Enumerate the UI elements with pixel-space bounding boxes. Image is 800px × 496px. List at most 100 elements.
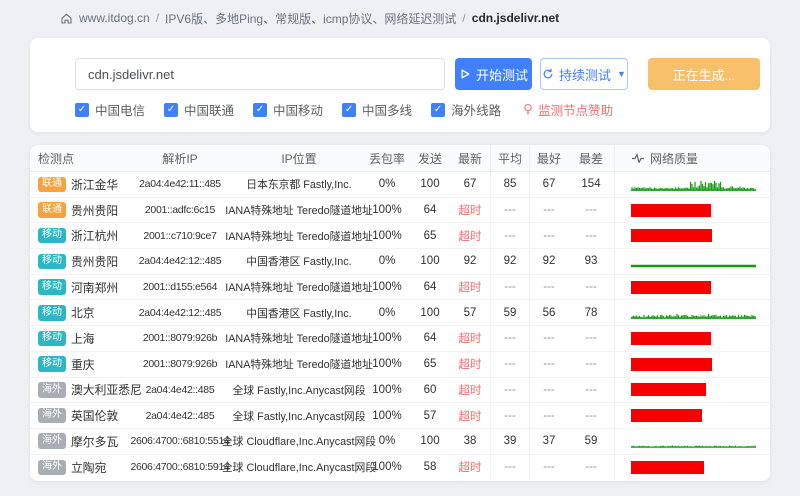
avg-cell: 59 <box>490 300 530 326</box>
table-row: 移动 浙江杭州 2001::c710:9ce7 IANA特殊地址 Teredo隧道地址… <box>30 223 770 250</box>
resolved-ip-cell: 2a04:4e42:12::485 <box>138 255 222 268</box>
checkbox-label: 中国电信 <box>95 104 146 118</box>
worst-cell: 59 <box>584 435 598 448</box>
network-quality-cell <box>614 274 770 300</box>
worst-cell: --- <box>585 229 597 242</box>
worst-cell: --- <box>585 204 597 217</box>
isp-badge: 移动 <box>38 253 66 270</box>
line-checkbox-4[interactable]: ✓ 海外线路 <box>431 100 501 119</box>
latest-cell: 超时 <box>458 230 482 243</box>
table-row: 移动 上海 2001::8079:926b IANA特殊地址 Teredo隧道地址 10… <box>30 326 770 352</box>
ip-location-cell: 全球 Fastly,Inc.Anycast网段 <box>232 384 366 397</box>
worst-cell: --- <box>585 461 597 474</box>
node-cell: 移动 浙江杭州 <box>30 223 126 248</box>
node-name: 重庆 <box>71 357 95 372</box>
column-header-3: 丢包率 <box>364 145 410 171</box>
checkbox-checked-icon: ✓ <box>253 102 268 117</box>
checkbox-checked-icon: ✓ <box>342 102 357 117</box>
loss-rate-cell: 100% <box>372 229 402 242</box>
worst-cell: --- <box>585 358 597 371</box>
node-name: 立陶宛 <box>71 460 107 475</box>
node-cell: 海外 澳大利亚悉尼 <box>30 378 142 403</box>
table-row: 移动 北京 2a04:4e42:12::485 中国香港区 Fastly,Inc. 0%… <box>30 300 770 327</box>
results-table: 检测点 解析IP IP位置 丢包率 发送 最新 平均 最好 最差 网络质量 联通 浙江金华 2a04:… <box>30 145 770 481</box>
continuous-test-label: 持续测试 <box>559 67 612 83</box>
table-row: 海外 英国伦敦 2a04:4e42::485 全球 Fastly,Inc.Anycas… <box>30 403 770 429</box>
resolved-ip-cell: 2a04:4e42:11::485 <box>139 178 221 191</box>
column-header-7: 最好 <box>530 145 568 171</box>
resolved-ip-cell: 2a04:4e42::485 <box>145 409 215 422</box>
quality-red-bar <box>631 383 706 397</box>
network-quality-cell <box>614 326 770 351</box>
column-header-label: 解析IP <box>162 151 198 166</box>
checkbox-label: 中国移动 <box>273 104 324 118</box>
node-cell: 移动 贵州贵阳 <box>30 249 126 274</box>
node-name: 摩尔多瓦 <box>71 434 119 449</box>
network-quality-cell <box>614 223 770 249</box>
isp-badge: 联通 <box>38 202 66 218</box>
continuous-test-button[interactable]: 持续测试 ▼ <box>540 58 628 90</box>
line-checkbox-1[interactable]: ✓ 中国联通 <box>164 100 234 119</box>
sent-cell: 100 <box>420 306 440 319</box>
quality-sparkline <box>631 180 756 191</box>
best-cell: --- <box>543 281 555 294</box>
resolved-ip-cell: 2001::d155:e564 <box>142 281 218 294</box>
avg-cell: 92 <box>490 249 530 274</box>
resolved-ip-cell: 2606:4700::6810:5914 <box>130 461 230 474</box>
table-row: 海外 澳大利亚悉尼 2a04:4e42::485 全球 Fastly,Inc.Anyc… <box>30 377 770 404</box>
loss-rate-cell: 0% <box>378 178 396 191</box>
column-header-label: 平均 <box>497 151 522 166</box>
ip-location-cell: 中国香港区 Fastly,Inc. <box>246 256 352 269</box>
best-cell: --- <box>543 383 555 396</box>
line-checkbox-3[interactable]: ✓ 中国多线 <box>342 100 412 119</box>
table-row: 联通 浙江金华 2a04:4e42:11::485 日本东京都 Fastly,Inc.… <box>30 172 770 198</box>
generating-button[interactable]: 正在生成... <box>648 58 760 90</box>
breadcrumb-site-link[interactable]: www.itdog.cn <box>79 11 150 25</box>
network-quality-cell <box>614 454 770 481</box>
node-cell: 海外 立陶宛 <box>30 455 126 481</box>
start-test-button[interactable]: 开始测试 <box>455 58 532 90</box>
quality-red-bar <box>631 203 711 217</box>
latest-cell: 超时 <box>458 384 482 397</box>
sponsor-link[interactable]: 监测节点赞助 <box>522 100 613 119</box>
ip-location-cell: 全球 Cloudflare,Inc.Anycast网段 <box>221 436 377 449</box>
line-checkbox-2[interactable]: ✓ 中国移动 <box>253 100 323 119</box>
loss-rate-cell: 100% <box>372 461 402 474</box>
node-name: 贵州贵阳 <box>71 254 119 269</box>
network-quality-cell <box>614 197 770 223</box>
loss-rate-cell: 100% <box>372 383 402 396</box>
node-name: 贵州贵阳 <box>71 203 119 218</box>
latest-cell: 超时 <box>458 359 482 372</box>
loss-rate-cell: 100% <box>372 204 402 217</box>
best-cell: 37 <box>542 435 556 448</box>
latest-cell: 38 <box>463 435 477 448</box>
checkbox-label: 中国多线 <box>362 104 413 118</box>
breadcrumb-separator: / <box>462 11 466 25</box>
quality-red-bar <box>631 229 712 243</box>
sent-cell: 64 <box>423 204 437 217</box>
activity-icon <box>631 153 645 164</box>
table-row: 海外 立陶宛 2606:4700::6810:5914 全球 Cloudflare,I… <box>30 454 770 481</box>
latest-cell: 67 <box>463 178 477 191</box>
avg-cell: --- <box>490 326 530 351</box>
breadcrumb-separator: / <box>155 11 160 25</box>
lightbulb-icon <box>522 103 534 116</box>
column-header-label: IP位置 <box>281 151 317 166</box>
quality-sparkline <box>631 445 756 448</box>
loss-rate-cell: 0% <box>378 255 396 268</box>
line-filter-row: ✓ 中国电信 ✓ 中国联通 ✓ 中国移动 ✓ 中国多线 ✓ 海外线路 监测节点赞助 <box>75 100 613 119</box>
worst-cell: --- <box>585 383 597 396</box>
target-host-input[interactable] <box>75 58 445 90</box>
worst-cell: 154 <box>581 178 601 191</box>
latest-cell: 57 <box>463 306 477 319</box>
table-row: 移动 河南郑州 2001::d155:e564 IANA特殊地址 Teredo隧道地址… <box>30 274 770 301</box>
sent-cell: 64 <box>423 281 437 294</box>
worst-cell: --- <box>585 409 597 422</box>
line-checkbox-0[interactable]: ✓ 中国电信 <box>75 100 145 119</box>
home-icon <box>60 12 73 25</box>
network-quality-cell <box>614 351 770 377</box>
ip-location-cell: IANA特殊地址 Teredo隧道地址 <box>225 333 373 346</box>
isp-badge: 联通 <box>38 176 66 193</box>
column-header-label: 最新 <box>457 151 482 166</box>
quality-red-bar <box>631 331 711 345</box>
